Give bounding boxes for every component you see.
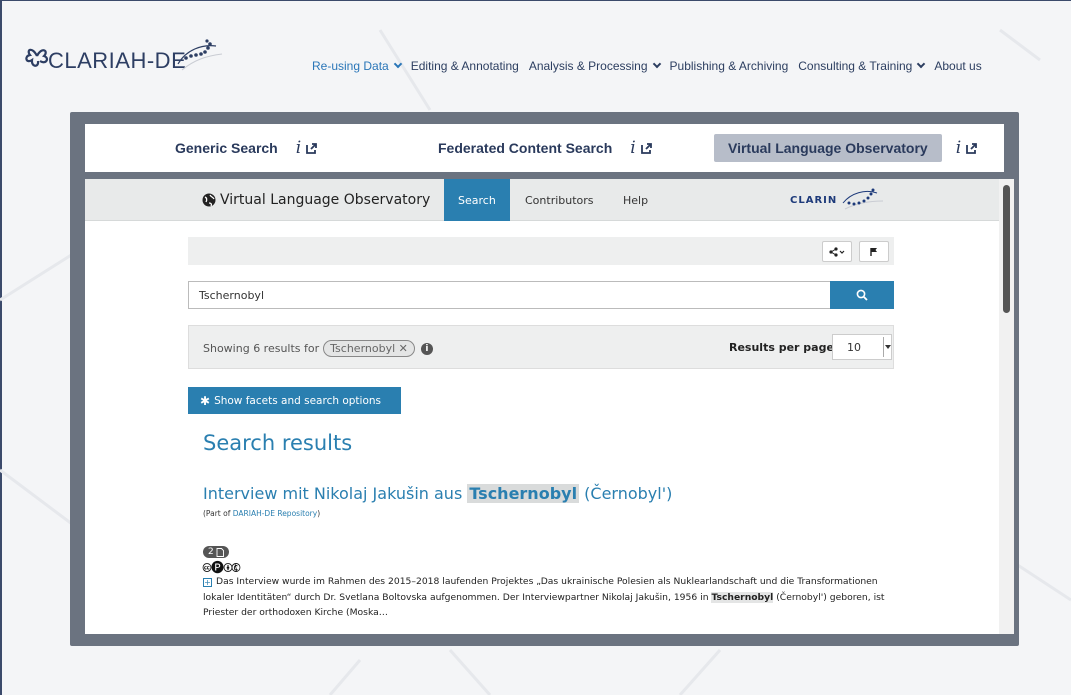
- tab-generic-search-label[interactable]: Generic Search: [175, 140, 278, 156]
- info-icon[interactable]: i: [956, 138, 961, 158]
- flag-icon: [870, 247, 877, 256]
- external-link-icon[interactable]: [640, 142, 653, 155]
- vlo-tab-contributors[interactable]: Contributors: [525, 179, 594, 221]
- toolbar-strip: [188, 237, 894, 265]
- document-icon: [216, 547, 224, 557]
- nav-label: Publishing & Archiving: [669, 59, 789, 73]
- result-title-highlight: Tschernobyl: [467, 484, 580, 503]
- chevron-down-icon: [652, 59, 661, 69]
- resource-count: 2: [208, 547, 214, 557]
- flag-button[interactable]: [859, 241, 889, 262]
- vlo-tab-label: Contributors: [525, 193, 594, 207]
- nav-label: Re-using Data: [312, 59, 389, 73]
- vlo-search-button[interactable]: [830, 281, 894, 309]
- share-icon: [829, 246, 845, 257]
- info-icon[interactable]: i: [296, 138, 301, 158]
- logo-dots-arc-icon: [177, 39, 223, 71]
- clarin-dots-icon: [842, 188, 884, 210]
- query-chip-label: Tschernobyl: [330, 342, 396, 355]
- results-count-text: Showing 6 results for: [203, 342, 320, 355]
- search-query-text: Tschernobyl: [199, 289, 264, 302]
- select-caret-icon: [883, 337, 891, 357]
- result-title-link[interactable]: Interview mit Nikolaj Jakušin aus Tscher…: [203, 484, 672, 503]
- result-part-of: (Part of DARIAH-DE Repository): [203, 509, 320, 518]
- logo-text: CLARIAH-DE: [48, 48, 187, 73]
- results-per-page-label: Results per page:: [729, 341, 839, 354]
- show-facets-label: Show facets and search options: [214, 394, 382, 407]
- nav-label: About us: [934, 59, 982, 73]
- show-facets-button[interactable]: ✱ Show facets and search options: [188, 387, 401, 414]
- clarin-logo-text: CLARIN: [790, 194, 838, 206]
- tab-vlo: Virtual Language Observatory i: [714, 124, 978, 172]
- chevron-down-icon: [393, 59, 402, 69]
- nav-reusing-data[interactable]: Re-using Data: [312, 59, 402, 73]
- vlo-navbar: Virtual Language Observatory Search Cont…: [85, 179, 999, 221]
- result-description: + Das Interview wurde im Rahmen des 2015–…: [203, 574, 893, 621]
- clarin-logo[interactable]: CLARIN: [790, 185, 887, 215]
- nav-publishing-archiving[interactable]: Publishing & Archiving: [670, 59, 789, 73]
- gear-icon: ✱: [200, 393, 211, 408]
- vlo-tab-search[interactable]: Search: [444, 179, 510, 221]
- query-chip[interactable]: Tschernobyl ✕: [323, 340, 415, 357]
- nav-label: Consulting & Training: [798, 59, 913, 73]
- result-title-text: Interview mit Nikolaj Jakušin aus: [203, 484, 463, 503]
- vlo-embedded-page: Virtual Language Observatory Search Cont…: [85, 179, 1014, 634]
- nav-label: Editing & Annotating: [410, 59, 519, 73]
- nav-label: Analysis & Processing: [528, 59, 648, 73]
- tab-federated-search: Federated Content Search i: [438, 124, 653, 172]
- part-of-suffix: ): [317, 509, 321, 518]
- vlo-brand[interactable]: Virtual Language Observatory: [202, 192, 430, 208]
- repository-link[interactable]: DARIAH-DE Repository: [233, 509, 317, 518]
- tab-federated-search-label[interactable]: Federated Content Search: [438, 140, 612, 156]
- result-title-suffix: (Černobyl'): [584, 484, 673, 503]
- nav-analysis-processing[interactable]: Analysis & Processing: [528, 59, 661, 73]
- vlo-tab-help[interactable]: Help: [623, 179, 648, 221]
- info-icon[interactable]: i: [630, 138, 635, 158]
- nav-editing-annotating[interactable]: Editing & Annotating: [411, 59, 519, 73]
- external-link-icon[interactable]: [965, 142, 978, 155]
- results-heading: Search results: [203, 431, 353, 455]
- vlo-tab-label: Search: [458, 193, 496, 207]
- clariah-logo[interactable]: CLARIAH-DE: [22, 39, 223, 73]
- tab-vlo-button[interactable]: Virtual Language Observatory: [714, 134, 942, 162]
- search-icon: [856, 289, 868, 301]
- nav-consulting-training[interactable]: Consulting & Training: [798, 59, 926, 73]
- results-summary-bar: Showing 6 results for Tschernobyl ✕ i Re…: [188, 325, 894, 369]
- external-link-icon[interactable]: [305, 142, 318, 155]
- vlo-search-input[interactable]: Tschernobyl: [188, 281, 831, 309]
- vlo-tab-label: Help: [623, 193, 649, 207]
- site-header: CLARIAH-DE Re-using Data Editing & Annot…: [0, 0, 1071, 108]
- remove-query-icon[interactable]: ✕: [399, 342, 408, 355]
- info-icon[interactable]: i: [420, 342, 433, 355]
- scrollbar-thumb[interactable]: [1003, 185, 1010, 313]
- chevron-down-icon: [917, 59, 926, 69]
- vertical-scrollbar[interactable]: [999, 179, 1014, 634]
- globe-icon: [202, 193, 216, 207]
- description-highlight: Tschernobyl: [711, 591, 774, 603]
- search-type-tabs: Generic Search i Federated Content Searc…: [85, 124, 1004, 172]
- results-per-page-select[interactable]: 10: [832, 334, 892, 360]
- results-per-page-value: 10: [847, 341, 861, 354]
- expand-icon[interactable]: +: [203, 578, 212, 587]
- part-of-prefix: (Part of: [203, 509, 231, 518]
- nav-about-us[interactable]: About us: [934, 59, 981, 73]
- share-button[interactable]: [822, 241, 852, 262]
- tab-generic-search: Generic Search i: [175, 124, 318, 172]
- vlo-brand-label: Virtual Language Observatory: [220, 192, 431, 208]
- main-nav: Re-using Data Editing & Annotating Analy…: [312, 59, 992, 73]
